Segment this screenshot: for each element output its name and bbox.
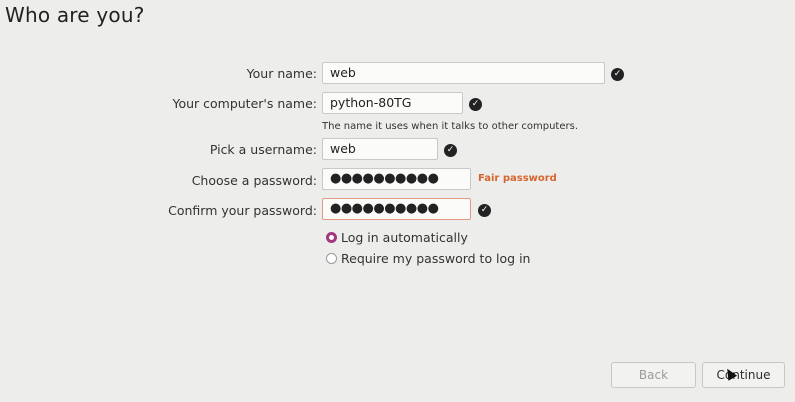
- username-label: Pick a username:: [209, 142, 317, 157]
- login-automatically-option[interactable]: Log in automatically: [326, 230, 468, 245]
- computer-name-field[interactable]: python-80TG: [322, 92, 463, 114]
- check-icon: ✓: [478, 204, 491, 217]
- computer-name-label: Your computer's name:: [172, 96, 317, 111]
- password-label: Choose a password:: [191, 173, 317, 188]
- check-icon: ✓: [611, 68, 624, 81]
- password-strength: Fair password: [478, 173, 557, 184]
- name-field[interactable]: web: [322, 62, 605, 84]
- radio-selected-icon[interactable]: [326, 232, 337, 243]
- check-icon: ✓: [469, 98, 482, 111]
- radio-unselected-icon[interactable]: [326, 253, 337, 264]
- computer-name-hint: The name it uses when it talks to other …: [322, 121, 579, 132]
- confirm-password-label: Confirm your password:: [168, 203, 317, 218]
- username-field[interactable]: web: [322, 138, 438, 160]
- back-button[interactable]: Back: [611, 362, 696, 388]
- require-password-option[interactable]: Require my password to log in: [326, 251, 530, 266]
- continue-button[interactable]: Continue: [702, 362, 785, 388]
- page-title: Who are you?: [5, 3, 145, 27]
- confirm-password-field[interactable]: ●●●●●●●●●●: [322, 198, 471, 220]
- password-field[interactable]: ●●●●●●●●●●: [322, 168, 471, 190]
- require-password-label: Require my password to log in: [341, 251, 531, 266]
- name-label: Your name:: [246, 66, 317, 81]
- login-automatically-label: Log in automatically: [341, 230, 468, 245]
- check-icon: ✓: [444, 144, 457, 157]
